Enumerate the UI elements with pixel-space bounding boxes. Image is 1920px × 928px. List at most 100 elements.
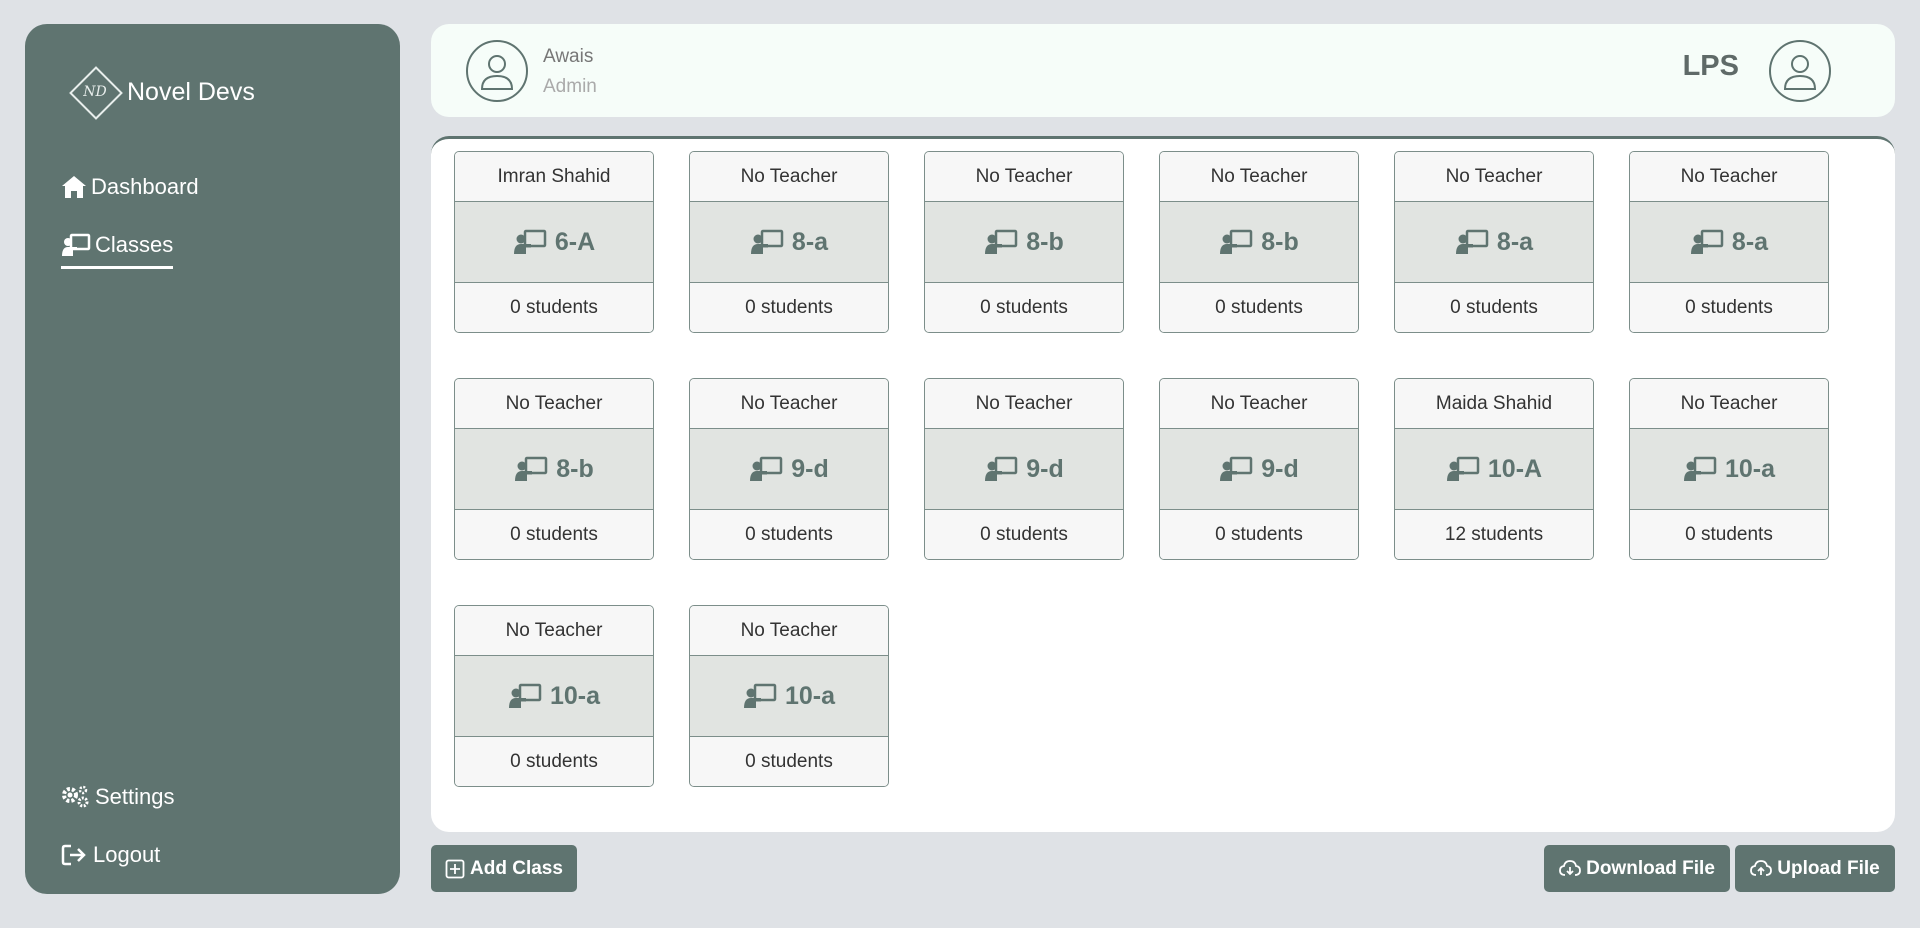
class-name-panel: 10-A bbox=[1395, 429, 1593, 510]
class-name: 10-a bbox=[549, 681, 601, 710]
class-student-count: 12 students bbox=[1395, 510, 1593, 559]
class-student-count: 0 students bbox=[455, 283, 653, 332]
class-card[interactable]: No Teacher 8-a 0 students bbox=[1629, 151, 1829, 333]
class-card[interactable]: No Teacher 10-a 0 students bbox=[689, 605, 889, 787]
class-name-panel: 8-a bbox=[1395, 202, 1593, 283]
upload-file-button[interactable]: Upload File bbox=[1735, 845, 1895, 892]
classes-grid: Imran Shahid 6-A 0 students No Teacher 8-a 0 … bbox=[431, 136, 1895, 832]
class-name-panel: 9-d bbox=[1160, 429, 1358, 510]
chalkboard-teacher-icon bbox=[750, 229, 784, 254]
sidebar-item-label: Logout bbox=[93, 842, 161, 867]
class-student-count: 0 students bbox=[690, 510, 888, 559]
chalkboard-teacher-icon bbox=[750, 456, 783, 481]
chalkboard-teacher-icon bbox=[1220, 456, 1253, 481]
upload-file-label: Upload File bbox=[1777, 857, 1880, 879]
class-teacher: No Teacher bbox=[690, 152, 888, 202]
user-name: Awais bbox=[543, 46, 594, 67]
user-icon bbox=[1783, 55, 1817, 90]
class-teacher: No Teacher bbox=[1395, 152, 1593, 202]
class-card[interactable]: No Teacher 9-d 0 students bbox=[1159, 378, 1359, 560]
class-card[interactable]: No Teacher 8-a 0 students bbox=[689, 151, 889, 333]
class-name-panel: 8-b bbox=[1160, 202, 1358, 283]
class-name: 10-A bbox=[1487, 454, 1543, 483]
class-teacher: No Teacher bbox=[925, 379, 1123, 429]
class-student-count: 0 students bbox=[690, 283, 888, 332]
home-icon bbox=[62, 176, 86, 198]
class-teacher: No Teacher bbox=[925, 152, 1123, 202]
class-teacher: No Teacher bbox=[1160, 379, 1358, 429]
sidebar-item-logout[interactable]: Logout bbox=[61, 842, 160, 868]
chalkboard-teacher-icon bbox=[508, 683, 542, 708]
chalkboard-teacher-icon bbox=[1455, 229, 1489, 254]
download-file-button[interactable]: Download File bbox=[1544, 845, 1730, 892]
class-teacher: No Teacher bbox=[690, 379, 888, 429]
sidebar-item-label: Classes bbox=[95, 232, 174, 257]
class-card[interactable]: No Teacher 10-a 0 students bbox=[1629, 378, 1829, 560]
class-teacher: No Teacher bbox=[1630, 152, 1828, 202]
class-name-panel: 6-A bbox=[455, 202, 653, 283]
org-name: LPS bbox=[1682, 50, 1739, 82]
class-name: 8-b bbox=[556, 454, 594, 483]
class-name: 9-d bbox=[1026, 454, 1064, 483]
class-card[interactable]: No Teacher 8-b 0 students bbox=[454, 378, 654, 560]
user-icon bbox=[480, 55, 514, 90]
sidebar-item-label: Settings bbox=[95, 784, 175, 809]
user-avatar[interactable] bbox=[466, 40, 528, 102]
chalkboard-teacher-icon bbox=[743, 683, 777, 708]
class-teacher: No Teacher bbox=[455, 606, 653, 656]
class-card[interactable]: No Teacher 10-a 0 students bbox=[454, 605, 654, 787]
class-teacher: No Teacher bbox=[455, 379, 653, 429]
chalkboard-teacher-icon bbox=[62, 233, 91, 256]
class-teacher: No Teacher bbox=[1630, 379, 1828, 429]
class-student-count: 0 students bbox=[1630, 283, 1828, 332]
chalkboard-teacher-icon bbox=[1220, 229, 1253, 254]
sidebar: ND Novel Devs Dashboard Classes Settings bbox=[25, 24, 400, 894]
class-name-panel: 8-a bbox=[690, 202, 888, 283]
brand[interactable]: ND Novel Devs bbox=[69, 66, 255, 120]
class-student-count: 0 students bbox=[1395, 283, 1593, 332]
download-file-label: Download File bbox=[1586, 857, 1715, 879]
class-name: 9-d bbox=[1261, 454, 1299, 483]
class-student-count: 0 students bbox=[1160, 510, 1358, 559]
class-name-panel: 9-d bbox=[690, 429, 888, 510]
class-name-panel: 10-a bbox=[1630, 429, 1828, 510]
cloud-upload-icon bbox=[1750, 859, 1773, 876]
class-name: 10-a bbox=[1724, 454, 1776, 483]
class-name: 9-d bbox=[791, 454, 829, 483]
class-card[interactable]: Maida Shahid 10-A 12 students bbox=[1394, 378, 1594, 560]
class-card[interactable]: No Teacher 8-b 0 students bbox=[924, 151, 1124, 333]
class-card[interactable]: No Teacher 8-a 0 students bbox=[1394, 151, 1594, 333]
sidebar-item-classes[interactable]: Classes bbox=[61, 232, 174, 269]
class-name-panel: 8-b bbox=[455, 429, 653, 510]
class-card[interactable]: No Teacher 9-d 0 students bbox=[689, 378, 889, 560]
chalkboard-teacher-icon bbox=[985, 229, 1018, 254]
brand-logo: ND bbox=[69, 66, 123, 120]
add-class-label: Add Class bbox=[470, 857, 563, 879]
brand-name: Novel Devs bbox=[127, 77, 255, 106]
class-card[interactable]: No Teacher 9-d 0 students bbox=[924, 378, 1124, 560]
chalkboard-teacher-icon bbox=[985, 456, 1018, 481]
chalkboard-teacher-icon bbox=[1446, 456, 1480, 481]
class-student-count: 0 students bbox=[1160, 283, 1358, 332]
class-card[interactable]: Imran Shahid 6-A 0 students bbox=[454, 151, 654, 333]
class-card[interactable]: No Teacher 8-b 0 students bbox=[1159, 151, 1359, 333]
chalkboard-teacher-icon bbox=[515, 456, 548, 481]
class-name: 6-A bbox=[554, 227, 596, 256]
class-name-panel: 8-a bbox=[1630, 202, 1828, 283]
add-class-button[interactable]: Add Class bbox=[431, 845, 577, 892]
top-header: Awais Admin LPS bbox=[431, 24, 1895, 117]
class-student-count: 0 students bbox=[925, 510, 1123, 559]
sidebar-item-settings[interactable]: Settings bbox=[61, 784, 175, 810]
sidebar-item-dashboard[interactable]: Dashboard bbox=[61, 174, 199, 200]
gears-icon bbox=[62, 785, 89, 808]
sidebar-item-label: Dashboard bbox=[91, 174, 199, 199]
class-name: 8-a bbox=[1496, 227, 1534, 256]
class-name-panel: 9-d bbox=[925, 429, 1123, 510]
class-student-count: 0 students bbox=[455, 510, 653, 559]
class-teacher: Imran Shahid bbox=[455, 152, 653, 202]
profile-avatar[interactable] bbox=[1769, 40, 1831, 102]
class-student-count: 0 students bbox=[1630, 510, 1828, 559]
class-student-count: 0 students bbox=[925, 283, 1123, 332]
class-teacher: No Teacher bbox=[1160, 152, 1358, 202]
chalkboard-teacher-icon bbox=[1683, 456, 1717, 481]
